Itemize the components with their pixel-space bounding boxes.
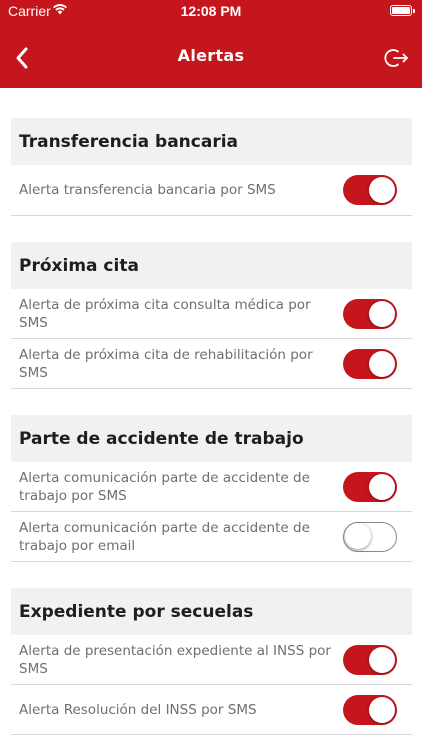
- alert-label: Alerta de presentación expediente al INS…: [19, 642, 331, 677]
- alert-toggle[interactable]: [343, 644, 397, 675]
- alert-label: Alerta de próxima cita consulta médica p…: [19, 296, 311, 331]
- alert-label: Alerta comunicación parte de accidente d…: [19, 469, 310, 504]
- alerts-list: Transferencia bancaria Alerta transferen…: [0, 88, 422, 750]
- alert-row: Alerta de próxima cita de rehabilitación…: [11, 339, 412, 389]
- alert-toggle[interactable]: [343, 694, 397, 725]
- alert-toggle[interactable]: [343, 298, 397, 329]
- alert-label: Alerta transferencia bancaria por SMS: [19, 182, 276, 198]
- status-bar: Carrier 12:08 PM: [0, 0, 422, 22]
- alert-toggle[interactable]: [343, 471, 397, 502]
- section-title: Parte de accidente de trabajo: [11, 415, 412, 462]
- status-time: 12:08 PM: [180, 3, 242, 19]
- alert-toggle[interactable]: [343, 521, 397, 552]
- toggle-knob: [369, 696, 395, 723]
- section-parte-accidente: Parte de accidente de trabajo Alerta com…: [11, 415, 412, 562]
- alert-row: Alerta de presentación expediente al INS…: [11, 635, 412, 685]
- toggle-knob: [369, 300, 395, 327]
- section-proxima-cita: Próxima cita Alerta de próxima cita cons…: [11, 242, 412, 389]
- alert-toggle[interactable]: [343, 175, 397, 205]
- app-header: Carrier 12:08 PM Alertas: [0, 0, 422, 88]
- alert-label: Alerta de próxima cita de rehabilitación…: [19, 346, 313, 381]
- alert-label: Alerta Resolución del INSS por SMS: [19, 701, 257, 718]
- section-title: Próxima cita: [11, 242, 412, 289]
- alert-row: Alerta comunicación parte de accidente d…: [11, 512, 412, 562]
- section-expediente-secuelas: Expediente por secuelas Alerta de presen…: [11, 588, 412, 735]
- battery-icon: [390, 5, 415, 16]
- page-title: Alertas: [177, 46, 245, 65]
- toggle-knob: [369, 177, 395, 203]
- logout-button[interactable]: [382, 44, 412, 72]
- navigation-bar: Alertas: [0, 38, 422, 78]
- section-title: Expediente por secuelas: [11, 588, 412, 635]
- alert-toggle[interactable]: [343, 348, 397, 379]
- section-title: Transferencia bancaria: [11, 118, 412, 165]
- alert-row: Alerta transferencia bancaria por SMS: [11, 165, 412, 216]
- section-transferencia-bancaria: Transferencia bancaria Alerta transferen…: [11, 118, 412, 216]
- toggle-knob: [369, 350, 395, 377]
- toggle-knob: [345, 523, 371, 549]
- toggle-knob: [369, 473, 395, 500]
- alert-row: Alerta de próxima cita consulta médica p…: [11, 289, 412, 339]
- alert-label: Alerta comunicación parte de accidente d…: [19, 519, 310, 554]
- alert-row: Alerta Resolución del INSS por SMS: [11, 685, 412, 735]
- toggle-knob: [369, 646, 395, 673]
- logout-icon: [384, 49, 408, 67]
- alert-row: Alerta comunicación parte de accidente d…: [11, 462, 412, 512]
